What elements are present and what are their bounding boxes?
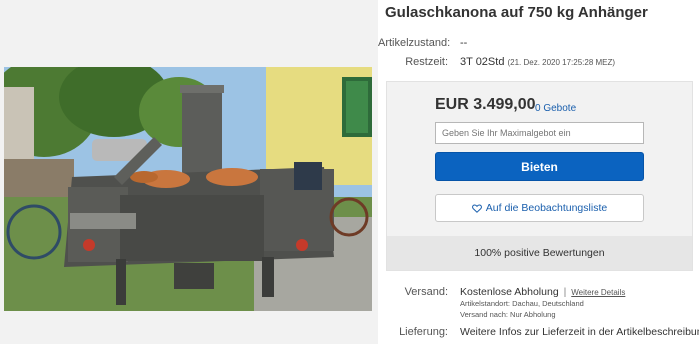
watch-button-label: Auf die Beobachtungsliste xyxy=(485,202,608,214)
bids-count-link[interactable]: 0 Gebote xyxy=(535,103,576,114)
condition-value: -- xyxy=(460,37,468,49)
goulash-cannon-photo xyxy=(4,67,372,311)
shipping-label: Versand: xyxy=(404,286,448,298)
delivery-label: Lieferung: xyxy=(399,326,448,338)
time-left-value: 3T 02Std xyxy=(460,56,505,68)
heart-icon xyxy=(471,203,482,213)
shipping-method: Kostenlose Abholung xyxy=(460,286,559,298)
shipping-details-link[interactable]: Weitere Details xyxy=(571,288,625,297)
item-location: Artikelstandort: Dachau, Deutschland xyxy=(460,299,584,308)
image-gallery xyxy=(0,0,378,344)
time-left-label: Restzeit: xyxy=(405,56,448,68)
time-left: 3T 02Std (21. Dez. 2020 17:25:28 MEZ) xyxy=(460,56,615,68)
add-to-watchlist-button[interactable]: Auf die Beobachtungsliste xyxy=(435,194,644,222)
shipping-value: Kostenlose Abholung | Weitere Details xyxy=(460,286,626,298)
ships-to: Versand nach: Nur Abholung xyxy=(460,310,556,319)
product-image[interactable] xyxy=(4,67,372,311)
delivery-value: Weitere Infos zur Lieferzeit in der Arti… xyxy=(460,326,699,338)
current-price: EUR 3.499,00 xyxy=(435,96,536,113)
condition-label: Artikelzustand: xyxy=(378,37,451,49)
seller-feedback: 100% positive Bewertungen xyxy=(387,236,692,270)
listing-title: Gulaschkanona auf 750 kg Anhänger xyxy=(385,4,648,21)
bid-button[interactable]: Bieten xyxy=(435,152,644,181)
max-bid-input[interactable] xyxy=(435,122,644,144)
end-date: (21. Dez. 2020 17:25:28 MEZ) xyxy=(507,58,616,67)
bid-panel: EUR 3.499,00 0 Gebote Bieten Auf die Beo… xyxy=(386,81,693,271)
